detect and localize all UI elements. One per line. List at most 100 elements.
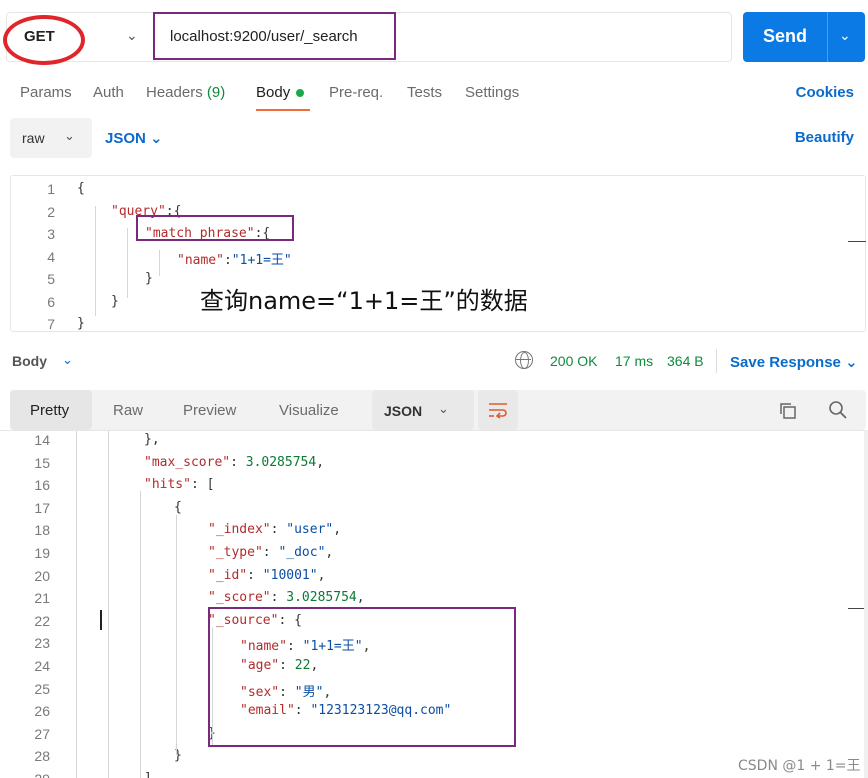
tab-pretty[interactable]: Pretty — [10, 390, 92, 430]
code-text: ] — [144, 771, 152, 778]
response-code-line: 20 "_id": "10001", — [0, 565, 868, 587]
line-number: 26 — [34, 703, 50, 720]
code-text: "name":"1+1=王" — [177, 252, 292, 268]
line-number: 24 — [34, 658, 50, 674]
send-divider — [827, 12, 828, 62]
response-code-line: 17 { — [0, 497, 868, 519]
request-code-line[interactable]: 1{ — [11, 178, 865, 200]
tab-raw[interactable]: Raw — [113, 402, 143, 419]
tab-headers-count: (9) — [206, 84, 226, 101]
line-number: 19 — [34, 545, 50, 561]
response-size[interactable]: 364 B — [667, 353, 704, 369]
code-text: } — [145, 271, 153, 286]
body-format-select[interactable]: JSON ⌄ — [105, 129, 163, 147]
send-label: Send — [763, 26, 808, 46]
save-response-label: Save Response — [730, 354, 841, 371]
method-annotation-circle — [3, 15, 85, 65]
code-text: } — [77, 316, 85, 331]
body-toolbar: raw ⌄ JSON ⌄ Beautify — [0, 116, 868, 160]
tab-headers[interactable]: Headers (9) — [146, 84, 225, 101]
response-time[interactable]: 17 ms — [615, 353, 653, 369]
response-code-line: 15 "max_score": 3.0285754, — [0, 452, 868, 474]
line-number: 15 — [34, 454, 50, 471]
search-icon[interactable] — [828, 400, 848, 420]
code-text: { — [77, 181, 85, 196]
chevron-down-icon: ⌄ — [845, 354, 858, 371]
line-number: 20 — [34, 567, 50, 584]
tab-params[interactable]: Params — [20, 84, 72, 101]
response-code-line: 16 "hits": [ — [0, 474, 868, 496]
globe-icon[interactable] — [515, 351, 533, 369]
line-number: 25 — [34, 680, 50, 697]
wrap-lines-icon — [489, 403, 507, 419]
response-code-line: 19 "_type": "_doc", — [0, 542, 868, 564]
request-code-line[interactable]: 4 "name":"1+1=王" — [11, 246, 865, 268]
line-number: 17 — [34, 499, 50, 516]
response-code-line: 18 "_index": "user", — [0, 519, 868, 541]
save-response-button[interactable]: Save Response ⌄ — [730, 353, 858, 371]
code-text: "_id": "10001", — [208, 567, 326, 583]
line-number: 23 — [34, 635, 50, 652]
line-number: 4 — [47, 248, 55, 265]
line-number: 3 — [47, 226, 55, 242]
code-text: "hits": [ — [144, 477, 215, 493]
indent-guide — [95, 206, 96, 316]
line-number: 2 — [47, 203, 55, 220]
line-number: 5 — [47, 271, 55, 287]
tab-tests[interactable]: Tests — [407, 84, 442, 101]
indent-guide — [108, 431, 109, 778]
send-button[interactable]: Send ⌄ — [743, 12, 865, 62]
chevron-down-icon: ⌄ — [150, 130, 163, 147]
match-phrase-annotation-box — [136, 215, 294, 241]
divider — [716, 349, 717, 373]
line-number: 14 — [34, 432, 50, 448]
scrollbar[interactable] — [864, 430, 868, 778]
url-text[interactable]: localhost:9200/user/_search — [170, 28, 358, 45]
line-number: 18 — [34, 522, 50, 539]
code-text: } — [111, 293, 119, 309]
beautify-button[interactable]: Beautify — [795, 129, 854, 146]
response-code-line: 21 "_score": 3.0285754, — [0, 587, 868, 609]
indent-guide — [159, 250, 160, 276]
code-text: "max_score": 3.0285754, — [144, 454, 325, 470]
indent-guide — [76, 431, 77, 778]
response-header: Body ⌄ 200 OK 17 ms 364 B Save Response … — [0, 343, 868, 379]
line-number: 21 — [34, 590, 50, 607]
tab-body[interactable]: Body — [256, 84, 305, 101]
line-number: 28 — [34, 748, 50, 765]
line-number: 6 — [47, 293, 55, 310]
active-tab-underline — [256, 109, 310, 111]
request-tabs: Params Auth Headers (9) Body Pre-req. Te… — [0, 76, 868, 112]
code-text: { — [174, 499, 182, 515]
tab-visualize[interactable]: Visualize — [279, 402, 339, 419]
status-code[interactable]: 200 OK — [550, 353, 597, 369]
editor-scroll-marker — [848, 241, 866, 242]
response-format-select[interactable]: JSON ⌄ — [372, 390, 474, 430]
body-mode-select[interactable]: raw ⌄ — [10, 118, 92, 158]
indent-guide — [176, 515, 177, 755]
tab-body-label: Body — [256, 84, 291, 101]
send-options-chevron-icon[interactable]: ⌄ — [839, 27, 851, 44]
response-code-line: 14}, — [0, 431, 868, 451]
watermark: CSDN @1 + 1=王 — [738, 758, 861, 774]
wrap-lines-button[interactable] — [478, 390, 518, 430]
response-view-tabs: Pretty Raw Preview Visualize JSON ⌄ — [10, 390, 866, 430]
indent-guide — [127, 228, 128, 298]
body-format-label: JSON — [105, 130, 146, 147]
chevron-down-icon[interactable]: ⌄ — [62, 352, 73, 368]
line-number: 22 — [34, 612, 50, 629]
response-body-label[interactable]: Body — [12, 353, 47, 369]
tab-preview[interactable]: Preview — [183, 402, 236, 419]
line-number: 27 — [34, 725, 50, 742]
line-number: 7 — [47, 316, 55, 332]
tab-auth[interactable]: Auth — [93, 84, 124, 101]
cookies-link[interactable]: Cookies — [796, 84, 854, 101]
tab-prereq[interactable]: Pre-req. — [329, 84, 383, 101]
chevron-down-icon[interactable]: ⌄ — [126, 27, 138, 44]
code-text: }, — [144, 432, 160, 447]
copy-icon[interactable] — [778, 401, 798, 421]
response-format-label: JSON — [384, 403, 423, 419]
body-mode-label: raw — [22, 130, 45, 146]
tab-settings[interactable]: Settings — [465, 84, 519, 101]
tab-headers-label: Headers — [146, 84, 203, 101]
